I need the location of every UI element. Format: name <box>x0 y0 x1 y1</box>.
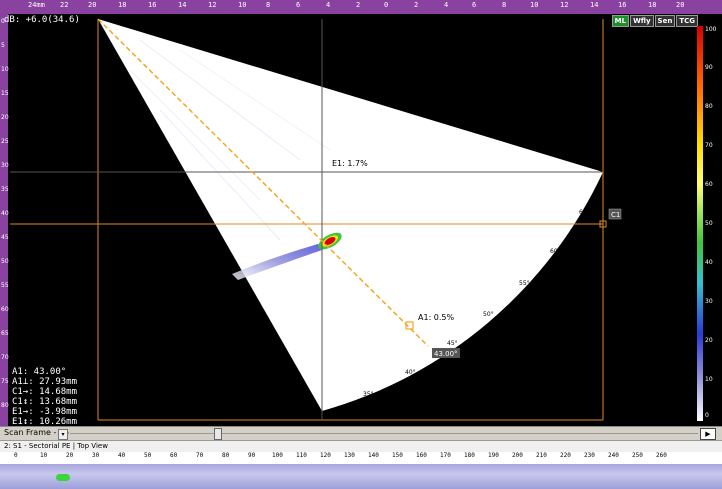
bottom-ruler-tick: 230 <box>584 452 595 459</box>
amplitude-tick: 80 <box>705 103 713 110</box>
c1-marker-label: C1 <box>611 211 620 219</box>
amplitude-tick: 40 <box>705 259 713 266</box>
amplitude-tick: 70 <box>705 142 713 149</box>
bottom-ruler-tick: 140 <box>368 452 379 459</box>
amplitude-ruler: 100 90 80 70 60 50 40 30 20 10 0 <box>704 26 722 421</box>
e1-label: E1: 1.7% <box>332 159 368 168</box>
bottom-ruler-tick: 150 <box>392 452 403 459</box>
play-icon[interactable]: ▶ <box>700 428 716 440</box>
bottom-ruler-tick: 260 <box>656 452 667 459</box>
bottom-ruler-tick: 130 <box>344 452 355 459</box>
bottom-ruler-tick: 240 <box>608 452 619 459</box>
bottom-ruler-tick: 90 <box>248 452 256 459</box>
readout-line: E1→: -3.98mm <box>12 407 78 417</box>
readout-line: C1→: 14.68mm <box>12 387 78 397</box>
amplitude-tick: 20 <box>705 337 713 344</box>
scan-frame-slider-thumb[interactable] <box>214 428 222 440</box>
amplitude-color-scale <box>697 26 703 421</box>
top-view-indication <box>56 474 70 481</box>
bottom-ruler-tick: 80 <box>222 452 230 459</box>
angle-label: 70° <box>606 172 617 179</box>
amplitude-tick: 30 <box>705 298 713 305</box>
readout-line: A1⟂: 27.93mm <box>12 377 78 387</box>
measurement-readouts: A1: 43.00° A1⟂: 27.93mm C1→: 14.68mm C1↕… <box>12 367 77 427</box>
bottom-ruler-tick: 40 <box>118 452 126 459</box>
scan-frame-track[interactable] <box>70 433 698 434</box>
bottom-ruler-tick: 200 <box>512 452 523 459</box>
bottom-ruler-tick: 0 <box>14 452 18 459</box>
bottom-ruler-tick: 70 <box>196 452 204 459</box>
angle-label: 45° <box>447 340 458 347</box>
bottom-ruler-tick: 120 <box>320 452 331 459</box>
bottom-ruler-tick: 100 <box>272 452 283 459</box>
angle-label: 55° <box>519 280 530 287</box>
amplitude-tick: 50 <box>705 220 713 227</box>
angle-label: 60° <box>550 248 561 255</box>
bottom-ruler-tick: 50 <box>144 452 152 459</box>
angle-label: 30° <box>318 413 329 420</box>
amplitude-tick: 0 <box>705 412 709 419</box>
bottom-ruler-tick: 220 <box>560 452 571 459</box>
view-title: 2: S1 - Sectorial PE | Top View <box>4 442 108 450</box>
angle-box: 43.00° <box>434 350 458 358</box>
sector-fan <box>98 19 603 411</box>
readout-line: C1↕: 13.68mm <box>12 397 78 407</box>
amplitude-tick: 90 <box>705 64 713 71</box>
angle-label: 50° <box>483 311 494 318</box>
scan-frame-bar: Scan Frame - 65 ▾ ▶ <box>0 426 722 440</box>
bottom-ruler-tick: 30 <box>92 452 100 459</box>
angle-label: 35° <box>363 391 374 398</box>
scan-frame-spinner[interactable]: ▾ <box>58 429 68 440</box>
bottom-ruler-tick: 190 <box>488 452 499 459</box>
angle-label: 40° <box>405 369 416 376</box>
bottom-ruler-tick: 170 <box>440 452 451 459</box>
a1-label: A1: 0.5% <box>418 313 455 322</box>
readout-line: A1: 43.00° <box>12 367 67 377</box>
bottom-ruler-tick: 60 <box>170 452 178 459</box>
amplitude-tick: 10 <box>705 376 713 383</box>
bottom-ruler-tick: 180 <box>464 452 475 459</box>
bottom-ruler-tick: 160 <box>416 452 427 459</box>
top-view-strip[interactable] <box>0 464 722 489</box>
bottom-ruler-tick: 110 <box>296 452 307 459</box>
angle-label: 65° <box>579 209 590 216</box>
bottom-ruler-tick: 210 <box>536 452 547 459</box>
sectorial-scan-view[interactable]: E1: 1.7% A1: 0.5% 43.00° C1 70° 65° 60° … <box>0 0 722 426</box>
bottom-ruler-tick: 250 <box>632 452 643 459</box>
bottom-ruler-tick: 20 <box>66 452 74 459</box>
bottom-ruler-tick: 10 <box>40 452 48 459</box>
amplitude-tick: 60 <box>705 181 713 188</box>
amplitude-tick: 100 <box>705 26 717 33</box>
